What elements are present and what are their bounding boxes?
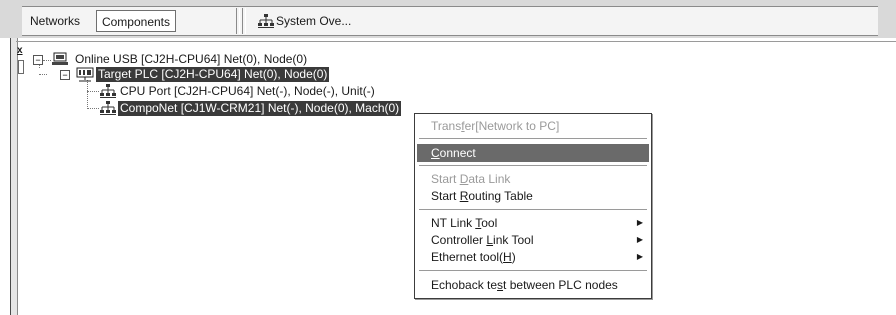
menu-item-echoback-test[interactable]: Echoback test between PLC nodes bbox=[417, 276, 649, 294]
context-menu: Transfer[Network to PC] Connect Start Da… bbox=[414, 113, 652, 299]
computer-icon bbox=[52, 52, 68, 69]
tab-system-label: System Ove... bbox=[276, 14, 352, 28]
submenu-arrow-icon: ▶ bbox=[636, 235, 643, 244]
tree-node-target-plc[interactable]: Target PLC [CJ2H-CPU64] Net(0), Node(0) bbox=[96, 67, 330, 82]
tab-system-overview[interactable]: System Ove... bbox=[256, 10, 366, 32]
tree-node-online-usb[interactable]: Online USB [CJ2H-CPU64] Net(0), Node(0) bbox=[73, 52, 309, 67]
menu-separator bbox=[419, 138, 647, 140]
tree-connector bbox=[43, 60, 51, 61]
tab-networks[interactable]: Networks bbox=[30, 10, 94, 32]
tree-node-componet[interactable]: CompoNet [CJ1W-CRM21] Net(-), Node(0), M… bbox=[118, 101, 402, 116]
submenu-arrow-icon: ▶ bbox=[636, 252, 643, 261]
menu-separator bbox=[419, 165, 647, 167]
tree-connector bbox=[87, 91, 99, 92]
tree-collapse-toggle[interactable]: − bbox=[33, 55, 43, 65]
tree-connector bbox=[87, 108, 99, 109]
tab-separator bbox=[236, 8, 240, 34]
menu-item-controller-link-tool[interactable]: Controller Link Tool ▶ bbox=[417, 231, 649, 249]
plc-icon bbox=[76, 67, 94, 85]
menu-item-start-data-link: Start Data Link bbox=[431, 172, 511, 186]
menu-item-connect[interactable]: Connect bbox=[417, 144, 649, 162]
tab-separator bbox=[242, 8, 246, 34]
network-port-icon bbox=[100, 84, 116, 101]
tree-node-cpu-port[interactable]: CPU Port [CJ2H-CPU64] Net(-), Node(-), U… bbox=[118, 84, 377, 99]
menu-separator bbox=[419, 270, 647, 272]
menu-item-transfer: Transfer[Network to PC] bbox=[431, 119, 560, 133]
menu-item-ethernet-tool[interactable]: Ethernet tool(H) ▶ bbox=[417, 248, 649, 266]
network-icon bbox=[258, 13, 274, 35]
close-icon[interactable]: x bbox=[17, 46, 23, 56]
tree-collapse-toggle[interactable]: − bbox=[60, 70, 70, 80]
menu-item-nt-link-tool[interactable]: NT Link Tool ▶ bbox=[417, 214, 649, 232]
pane-frame bbox=[10, 38, 18, 315]
menu-item-start-routing-table[interactable]: Start Routing Table bbox=[417, 187, 649, 205]
network-unit-icon bbox=[100, 101, 116, 118]
pin-icon[interactable] bbox=[18, 60, 24, 74]
tab-components[interactable]: Components bbox=[96, 10, 176, 32]
menu-separator bbox=[419, 209, 647, 211]
tree-connector bbox=[39, 74, 47, 75]
submenu-arrow-icon: ▶ bbox=[636, 218, 643, 227]
divider bbox=[16, 41, 896, 42]
